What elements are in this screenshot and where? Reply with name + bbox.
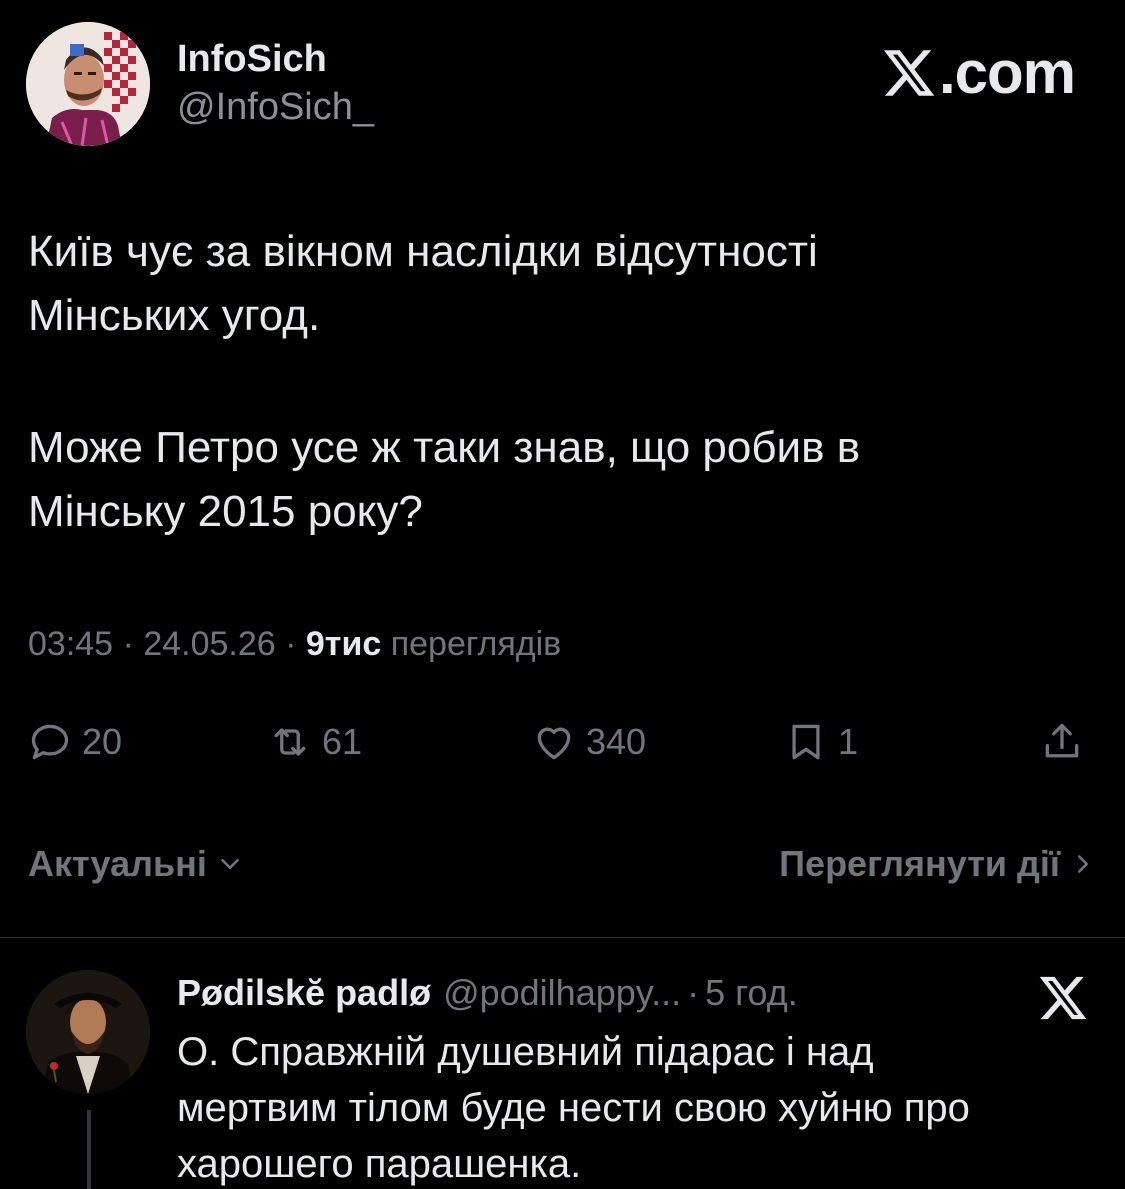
meta-separator: · xyxy=(113,625,144,663)
chevron-right-icon xyxy=(1078,855,1088,873)
action-bar: 20 61 340 1 xyxy=(0,710,1125,780)
reply-button[interactable]: 20 xyxy=(28,720,122,764)
share-button[interactable] xyxy=(1040,720,1094,764)
divider xyxy=(0,937,1125,938)
author-handle[interactable]: @InfoSich_ xyxy=(177,86,374,129)
x-logo-icon xyxy=(1039,976,1087,1020)
sort-label: Актуальні xyxy=(28,843,207,884)
tweet-date[interactable]: 24.05.26 xyxy=(143,625,275,664)
chevron-down-icon xyxy=(221,859,239,869)
reply-time[interactable]: 5 год. xyxy=(705,972,798,1014)
thread-connector-line xyxy=(87,1110,91,1189)
author-name[interactable]: InfoSich xyxy=(177,38,327,81)
reply-author-name[interactable]: Pødilskĕ padlø xyxy=(177,972,431,1014)
reply-avatar[interactable] xyxy=(26,970,150,1094)
bookmark-icon xyxy=(792,724,820,760)
sort-relevance-dropdown[interactable]: Актуальні xyxy=(28,843,245,885)
author-avatar[interactable] xyxy=(26,22,150,146)
reply-line: О. Справжній душевний підарас і над xyxy=(177,1030,874,1074)
reply-icon xyxy=(31,724,69,760)
view-count-label: переглядів xyxy=(381,625,562,663)
tweet-header: InfoSich @InfoSich_ .com xyxy=(0,0,1125,170)
reply-author-handle[interactable]: @podilhappy... xyxy=(443,972,681,1014)
reply-header: Pødilskĕ padlø @podilhappy... · 5 год. xyxy=(177,972,798,1014)
tweet-time[interactable]: 03:45 xyxy=(28,625,113,664)
bookmark-count: 1 xyxy=(838,721,859,762)
brand-domain: .com xyxy=(938,39,1076,106)
view-activity-link[interactable]: Переглянути дії xyxy=(779,843,1098,885)
view-activity-label: Переглянути дії xyxy=(779,843,1060,884)
tweet-body: Київ чує за вікном наслідки відсутності … xyxy=(28,220,1088,544)
repost-button[interactable]: 61 xyxy=(268,720,362,764)
repost-icon xyxy=(274,728,306,756)
like-button[interactable]: 340 xyxy=(532,720,646,764)
tweet-line: Київ чує за вікном наслідки відсутності xyxy=(28,227,818,276)
bookmark-button[interactable]: 1 xyxy=(784,720,858,764)
tweet-line: Мінських угод. xyxy=(28,291,321,340)
x-com-watermark: .com xyxy=(881,38,1076,107)
reply-count: 20 xyxy=(82,721,123,762)
reply-line: мертвим тілом буде нести свою хуйню про xyxy=(177,1086,970,1130)
like-count: 340 xyxy=(586,721,647,762)
repost-count: 61 xyxy=(322,721,363,762)
tweet-line: Може Петро усе ж таки знав, що робив в xyxy=(28,423,861,472)
x-logo-icon xyxy=(883,49,935,96)
tweet-meta: 03:45 · 24.05.26 · 9тис переглядів xyxy=(28,625,561,664)
reply-separator: · xyxy=(687,972,700,1013)
reply-body: О. Справжній душевний підарас і над мерт… xyxy=(177,1024,1077,1189)
tweet-line: Мінську 2015 року? xyxy=(28,487,423,536)
replies-sort-row: Актуальні Переглянути дії xyxy=(28,843,1098,888)
view-count: 9тис xyxy=(305,625,382,663)
reply-line: харошего парашенка. xyxy=(177,1142,582,1186)
meta-separator: · xyxy=(275,625,306,663)
like-icon xyxy=(537,727,571,760)
share-icon xyxy=(1045,723,1079,758)
